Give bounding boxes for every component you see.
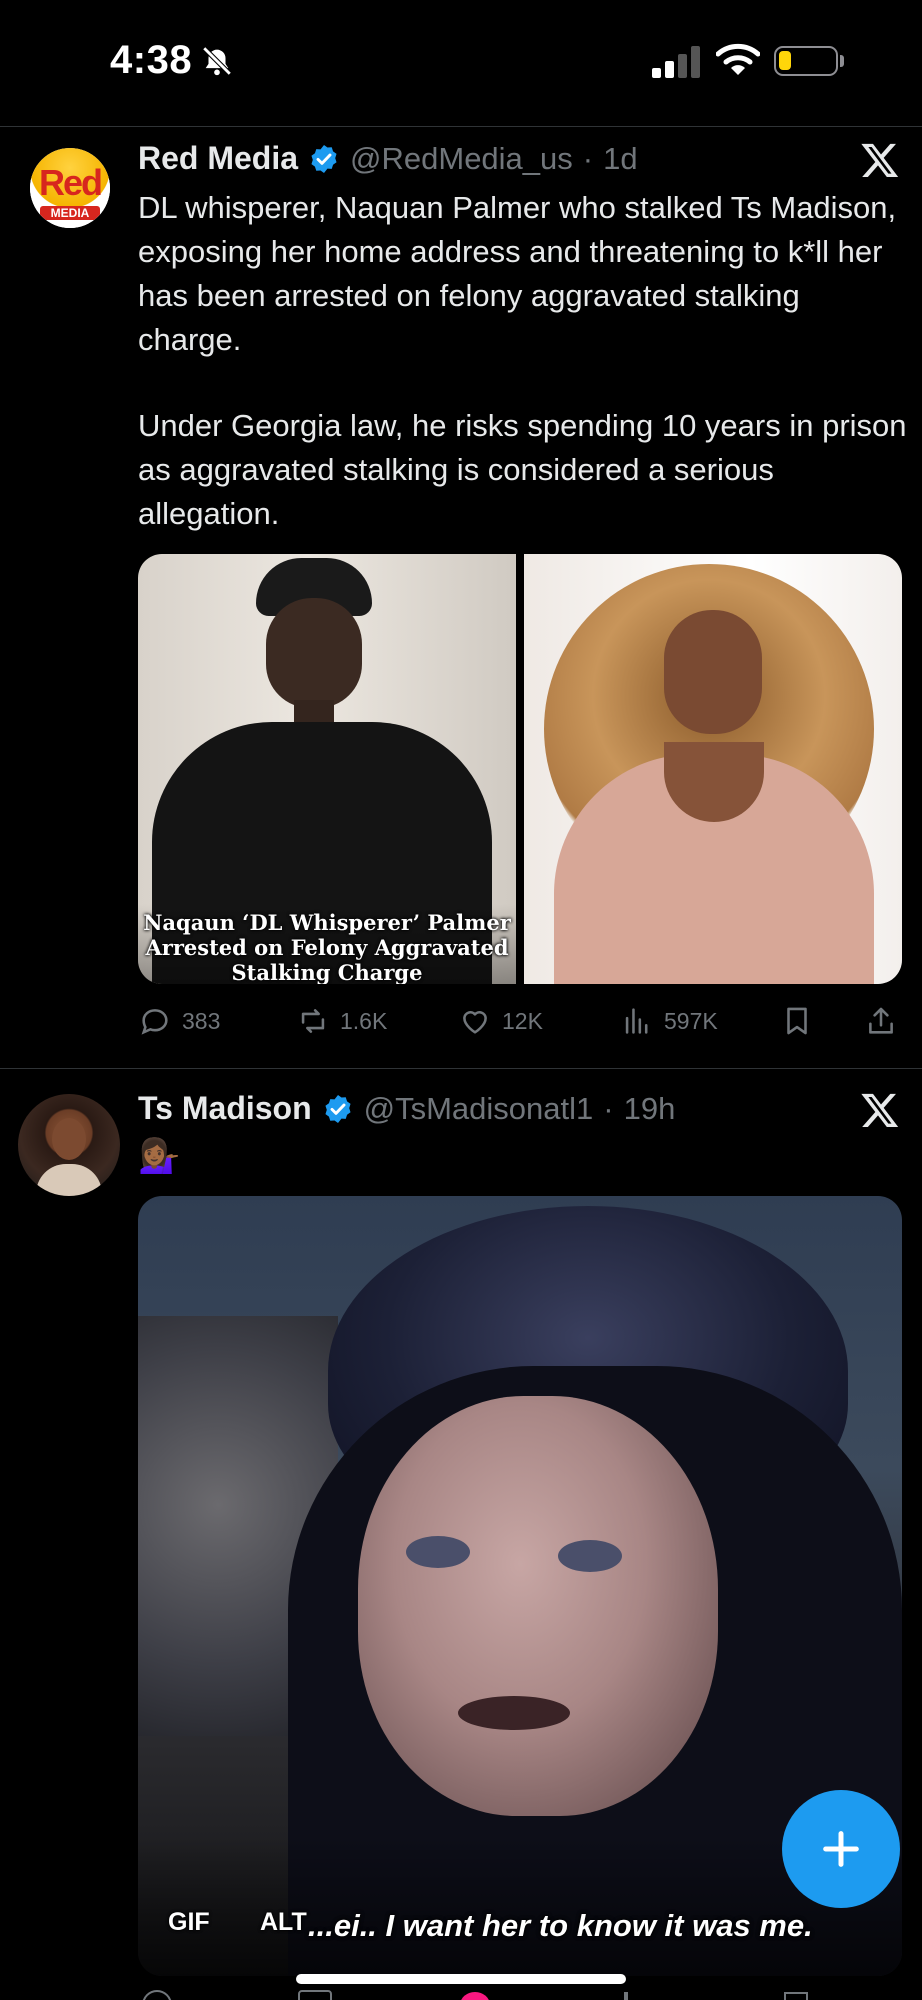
compose-button[interactable] — [782, 1790, 900, 1908]
bookmark-button[interactable] — [780, 1004, 814, 1038]
tweet-1-media[interactable]: Naqaun ‘DL Whisperer’ Palmer Arrested on… — [138, 554, 902, 984]
gif-badge[interactable]: GIF — [168, 1908, 210, 1937]
partial-action-bar — [138, 1984, 902, 2000]
reply-icon — [142, 1990, 172, 2000]
signal-icon — [652, 46, 700, 78]
author-handle[interactable]: @RedMedia_us — [350, 141, 573, 177]
author-name[interactable]: Red Media — [138, 140, 298, 177]
tweet-time[interactable]: 19h — [624, 1091, 676, 1127]
tweet-2-emoji: 💁🏾‍♀️ — [138, 1137, 181, 1175]
gif-face — [358, 1396, 718, 1816]
gif-eye-right — [558, 1540, 622, 1572]
image-caption-line-3: Stalking Charge — [231, 960, 423, 984]
media-image-right[interactable] — [524, 554, 902, 984]
dot-separator: · — [582, 140, 594, 176]
verified-icon — [325, 1094, 351, 1123]
tweet-1-paragraph-1: DL whisperer, Naquan Palmer who stalked … — [138, 190, 897, 357]
views-icon — [625, 1008, 648, 1034]
media-image-left[interactable]: Naqaun ‘DL Whisperer’ Palmer Arrested on… — [138, 554, 516, 984]
bookmark-icon — [787, 1007, 807, 1035]
repost-icon — [301, 1009, 325, 1033]
gif-eye-left — [406, 1536, 470, 1568]
battery-cap — [840, 55, 844, 67]
tweet-time[interactable]: 1d — [603, 141, 637, 177]
x-logo-icon[interactable] — [860, 140, 900, 180]
red-logo-text: Red — [38, 162, 103, 203]
compose-plus-icon — [823, 1831, 859, 1867]
status-time: 4:38 — [110, 38, 193, 82]
tweet-1-paragraph-2: Under Georgia law, he risks spending 10 … — [138, 408, 907, 531]
repost-icon — [298, 1990, 332, 2000]
repost-button[interactable]: 1.6K — [296, 1004, 387, 1038]
repost-count: 1.6K — [340, 1007, 388, 1034]
author-name[interactable]: Ts Madison — [138, 1090, 312, 1127]
verified-icon — [311, 144, 337, 173]
share-button[interactable] — [864, 1004, 898, 1038]
gif-mouth — [458, 1696, 570, 1730]
views-icon — [624, 1992, 628, 2000]
dot-separator: · — [603, 1090, 614, 1126]
avatar-face — [52, 1118, 86, 1160]
author-handle[interactable]: @TsMadisonatl1 — [364, 1091, 594, 1127]
tweet-divider — [0, 1068, 922, 1069]
home-indicator[interactable] — [296, 1974, 626, 1984]
x-logo-icon[interactable] — [860, 1090, 900, 1130]
wifi-icon — [716, 43, 760, 75]
gif-subtitle: ...ei.. I want her to know it was me. — [308, 1908, 813, 1943]
media-logo-label: MEDIA — [40, 206, 100, 220]
reply-count: 383 — [182, 1007, 221, 1034]
top-divider — [0, 126, 922, 127]
like-icon — [463, 1011, 487, 1034]
avatar-outfit — [36, 1164, 102, 1196]
tweet-1-header: Red Media @RedMedia_us · 1d — [138, 140, 638, 177]
face-shape — [266, 598, 362, 708]
battery-icon — [774, 46, 838, 76]
reply-button[interactable]: 383 — [138, 1004, 220, 1038]
reply-icon — [141, 1009, 168, 1035]
like-button[interactable]: 12K — [458, 1004, 543, 1038]
image-caption-line-2: Arrested on Felony Aggravated — [145, 935, 509, 960]
like-count: 12K — [502, 1007, 543, 1034]
like-icon — [460, 1992, 490, 2000]
image-caption-line-1: Naqaun ‘DL Whisperer’ Palmer — [143, 910, 511, 935]
avatar-red-media[interactable]: Red MEDIA — [30, 148, 110, 228]
share-icon — [869, 1007, 893, 1034]
mute-bell-icon — [202, 46, 232, 76]
avatar-ts-madison[interactable] — [18, 1094, 120, 1196]
bookmark-icon — [784, 1992, 808, 2000]
views-count: 597K — [664, 1007, 718, 1034]
alt-badge[interactable]: ALT — [260, 1908, 307, 1937]
face-shape — [664, 610, 762, 734]
tweet-2-header: Ts Madison @TsMadisonatl1 · 19h — [138, 1090, 675, 1127]
views-button[interactable]: 597K — [620, 1004, 718, 1038]
